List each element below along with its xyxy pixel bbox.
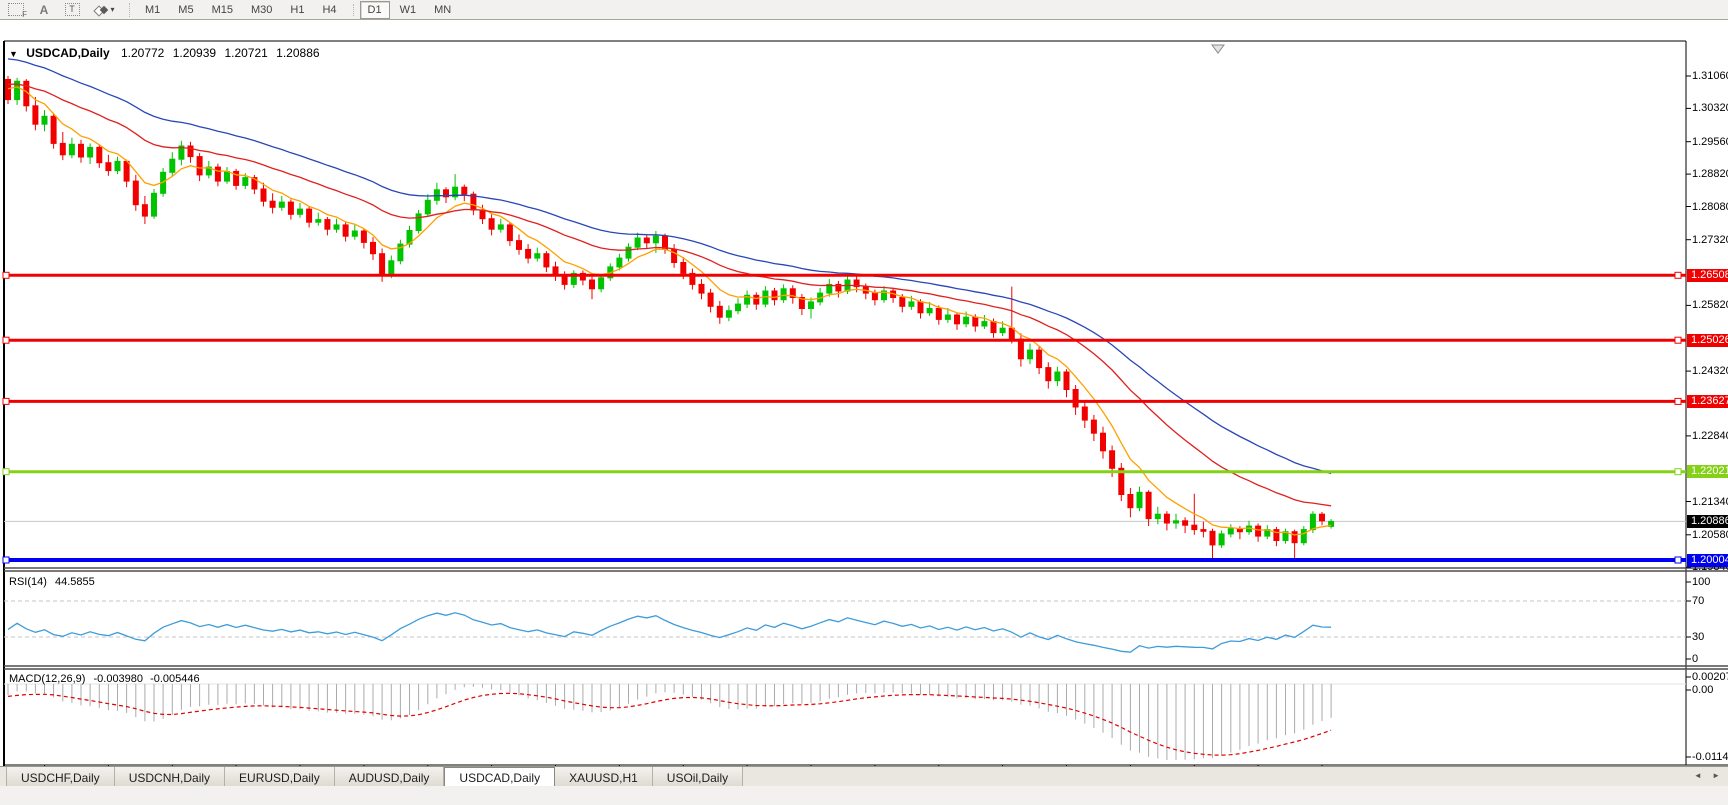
- fibo-grid-icon-box: F: [8, 3, 27, 19]
- chart-shift-marker-icon: [1211, 44, 1225, 54]
- level-line-handle: [1674, 468, 1682, 476]
- chart-tab-eurusd[interactable]: EURUSD,Daily: [225, 767, 335, 786]
- chart-tabs: USDCHF,Daily USDCNH,Daily EURUSD,Daily AUDU…: [0, 767, 744, 786]
- level-line-handle: [1674, 271, 1682, 279]
- chart-tab-usoil[interactable]: USOil,Daily: [652, 767, 744, 786]
- chart-window: ▼ USDCAD,Daily 1.20772 1.20939 1.20721 1…: [0, 20, 1728, 786]
- top-toolbar: F A T ▾ M1 M5 M15 M30 H1 H4 D1 W1 MN: [0, 0, 1728, 20]
- chart-tab-xauusd[interactable]: XAUUSD,H1: [555, 767, 653, 786]
- level-line-handle: [1674, 556, 1682, 564]
- level-line-handle: [2, 468, 10, 476]
- macd-signal-line: [7, 692, 1332, 756]
- text-label-icon[interactable]: T: [60, 2, 84, 18]
- timeframe-button-h1[interactable]: H1: [282, 1, 312, 19]
- ma-slow-line: [7, 58, 1332, 475]
- level-line-handle: [2, 556, 10, 564]
- toolbar-separator: [129, 2, 131, 17]
- tab-scroll-right-icon[interactable]: ►: [1712, 771, 1724, 780]
- timeframe-button-m5[interactable]: M5: [170, 1, 201, 19]
- tab-scroll-left-icon[interactable]: ◄: [1694, 771, 1706, 780]
- chart-tab-usdchf[interactable]: USDCHF,Daily: [6, 767, 115, 786]
- chart-tab-usdcnh[interactable]: USDCNH,Daily: [114, 767, 226, 786]
- timeframe-button-mn[interactable]: MN: [426, 1, 459, 19]
- tab-scroll-arrows: ◄ ►: [1694, 771, 1724, 780]
- rsi-line: [7, 612, 1332, 653]
- level-line-handle: [2, 397, 10, 405]
- text-annotation-glyph: A: [39, 2, 49, 17]
- text-label-glyph: T: [64, 3, 80, 16]
- chart-tab-audusd[interactable]: AUDUSD,Daily: [334, 767, 445, 786]
- timeframe-button-w1[interactable]: W1: [392, 1, 425, 19]
- shape-diamond-filled-icon: [100, 5, 109, 14]
- toolbar-separator: [352, 3, 354, 16]
- macd-histogram: [7, 684, 1332, 761]
- fibo-grid-icon-sub: F: [22, 10, 27, 19]
- chart-tab-usdcad[interactable]: USDCAD,Daily: [444, 767, 556, 786]
- text-annotation-icon[interactable]: A: [32, 2, 56, 18]
- shapes-dropdown-caret-icon: ▾: [110, 5, 115, 14]
- timeframe-button-m30[interactable]: M30: [243, 1, 280, 19]
- ma-mid-line: [7, 83, 1332, 507]
- level-line-handle: [2, 336, 10, 344]
- timeframe-button-m15[interactable]: M15: [204, 1, 241, 19]
- candlestick-chart[interactable]: [0, 20, 1728, 805]
- level-line-handle: [1674, 397, 1682, 405]
- candles-group: [5, 76, 1335, 562]
- fibo-grid-icon[interactable]: F: [4, 2, 28, 19]
- timeframe-buttons: M1 M5 M15 M30 H1 H4 D1 W1 MN: [136, 0, 460, 19]
- timeframe-button-m1[interactable]: M1: [137, 1, 168, 19]
- chart-tab-bar: USDCHF,Daily USDCNH,Daily EURUSD,Daily AUDU…: [0, 766, 1728, 786]
- level-line-handle: [2, 271, 10, 279]
- timeframe-button-d1[interactable]: D1: [359, 0, 390, 19]
- timeframe-button-h4[interactable]: H4: [314, 1, 344, 19]
- ma-fast-line: [7, 86, 1332, 536]
- level-line-handle: [1674, 336, 1682, 344]
- shapes-icon[interactable]: ▾: [88, 2, 122, 18]
